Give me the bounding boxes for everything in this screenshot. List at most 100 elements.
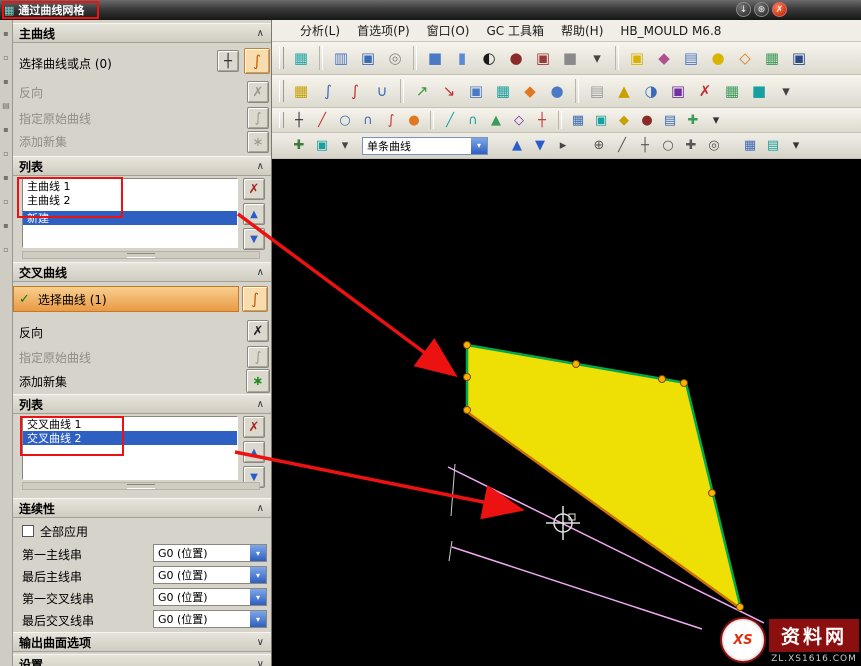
extrude-icon[interactable]: ▣ [356,46,380,70]
combo-dropdown-icon[interactable]: ▾ [250,589,266,605]
chamfer-icon[interactable]: ◆ [652,46,676,70]
control-point[interactable] [464,374,471,381]
close-button[interactable]: ✗ [772,2,787,17]
control-point[interactable] [573,361,580,368]
offset-curve-icon[interactable]: ┼ [532,110,552,130]
arc-icon[interactable]: ∩ [358,110,378,130]
menu-item[interactable]: 首选项(P) [349,20,418,41]
line-icon[interactable]: ╱ [312,110,332,130]
combo-dropdown-icon[interactable]: ▾ [250,567,266,583]
n-sided-surface-icon[interactable]: ▦ [491,79,515,103]
combo-dropdown-icon[interactable]: ▾ [250,611,266,627]
i-form-icon[interactable]: ▲ [612,79,636,103]
quadrant-snap-icon[interactable]: ◎ [704,136,724,156]
resource-tab-icon[interactable]: ▫ [3,150,8,158]
dialog-titlebar[interactable]: ▦ 通过曲线网格 ↓⊛✗ [0,0,861,20]
menu-item[interactable]: HB_MOULD M6.8 [612,22,729,40]
project-curve-icon[interactable]: ╱ [440,110,460,130]
resource-tab-icon[interactable]: ▪ [3,78,8,86]
resource-tab-icon[interactable]: ▪ [3,126,8,134]
section-header-settings[interactable]: 设置 ∨ [13,654,271,666]
section-header-cross-curves[interactable]: 交叉曲线 ∧ [13,262,271,282]
combo-dropdown-icon[interactable]: ▾ [471,138,487,154]
surface-dropdown-icon[interactable]: ▾ [774,79,798,103]
intersection-curve-icon[interactable]: ∩ [463,110,483,130]
cross-curves-list[interactable]: 交叉曲线 1交叉曲线 2 [22,416,238,480]
curve-dropdown-icon[interactable]: ▾ [706,110,726,130]
filter-dropdown-icon[interactable]: ▾ [335,136,355,156]
simplify-curve-icon[interactable]: ◆ [614,110,634,130]
move-up-button[interactable]: ▲ [243,441,265,463]
toolbar-grip[interactable] [279,112,284,129]
control-point[interactable] [681,380,688,387]
mirror-feature-icon[interactable]: ▣ [787,46,811,70]
curve-selection-button[interactable]: ∫ [244,48,270,74]
list-item[interactable]: 新建 [23,211,237,225]
match-edge-icon[interactable]: ■ [747,79,771,103]
subtract-icon[interactable]: ▣ [531,46,555,70]
curve-rule-combo[interactable]: 单条曲线 ▾ [362,137,488,155]
delete-face-icon[interactable]: ✗ [693,79,717,103]
trim-body-icon[interactable]: ◇ [733,46,757,70]
control-point[interactable] [709,490,716,497]
intersect-icon[interactable]: ■ [558,46,582,70]
x-form-icon[interactable]: ▤ [585,79,609,103]
sew-icon[interactable]: ▣ [464,79,488,103]
bounded-plane-icon[interactable]: ◆ [518,79,542,103]
through-curve-mesh-icon[interactable]: ▦ [289,79,313,103]
deform-icon[interactable]: ▣ [666,79,690,103]
previous-selection-icon[interactable]: ▸ [553,136,573,156]
intersection-snap-icon[interactable]: ✚ [681,136,701,156]
menu-item[interactable]: 帮助(H) [553,20,611,41]
main-curves-list[interactable]: 主曲线 1主曲线 2 新建 [22,178,238,248]
list-item[interactable]: 主曲线 2 [23,193,237,207]
control-point[interactable] [464,407,471,414]
point-icon[interactable]: ┼ [289,110,309,130]
section-header-output-options[interactable]: 输出曲面选项 ∨ [13,632,271,652]
end-point-snap-icon[interactable]: ╱ [612,136,632,156]
graphics-viewport[interactable]: XS 资料网 ZL.XS1616.COM [272,159,861,666]
toolbar-grip[interactable] [279,80,284,102]
reverse-direction-button[interactable]: ✗ [247,320,269,342]
mid-point-snap-icon[interactable]: ┼ [635,136,655,156]
settings-button[interactable]: ⊛ [754,2,769,17]
pattern-feature-icon[interactable]: ▦ [760,46,784,70]
select-curve-active-row[interactable]: ✓ 选择曲线 (1) [13,286,239,312]
cylinder-icon[interactable]: ▮ [450,46,474,70]
text-icon[interactable]: ▲ [486,110,506,130]
cross-curve-2[interactable] [452,547,702,629]
list-resize-handle[interactable] [22,251,260,259]
edge-blend-icon[interactable]: ▣ [625,46,649,70]
replace-face-icon[interactable]: ▦ [720,79,744,103]
resource-tab-icon[interactable]: ▫ [3,246,8,254]
mirror-curve-icon[interactable]: ▦ [568,110,588,130]
resource-tab-icon[interactable]: ▫ [3,198,8,206]
section-header-cross-list[interactable]: 列表 ∧ [13,394,271,414]
surface-preview[interactable] [467,345,741,609]
list-item[interactable]: 交叉曲线 1 [23,417,237,431]
draft-icon[interactable]: ● [706,46,730,70]
resource-tab-icon[interactable]: ▪ [3,222,8,230]
snap-point-icon[interactable]: ⊕ [589,136,609,156]
list-item[interactable]: 主曲线 1 [23,179,237,193]
circle-icon[interactable]: ○ [335,110,355,130]
move-up-button[interactable]: ▲ [243,203,265,225]
add-new-set-button[interactable]: ∗ [246,369,270,393]
sphere-icon[interactable]: ◐ [477,46,501,70]
datum-plane-icon[interactable]: ▥ [329,46,353,70]
control-point[interactable] [464,342,471,349]
curve-length-icon[interactable]: ✚ [683,110,703,130]
control-point[interactable] [737,604,744,611]
resource-tab-icon[interactable]: ▪ [3,30,8,38]
face-blend-icon[interactable]: ● [545,79,569,103]
continuity-combo[interactable]: G0 (位置)▾ [153,544,267,562]
shell-icon[interactable]: ▤ [679,46,703,70]
analysis-sphere-icon[interactable]: ◑ [639,79,663,103]
revolve-icon[interactable]: ◎ [383,46,407,70]
continuity-combo[interactable]: G0 (位置)▾ [153,566,267,584]
section-header-main-curves[interactable]: 主曲线 ∧ [13,23,271,43]
dock-button[interactable]: ↓ [736,2,751,17]
ruled-surface-icon[interactable]: ∪ [370,79,394,103]
wcs-icon[interactable]: ▦ [740,136,760,156]
list-item[interactable]: 交叉曲线 2 [23,431,237,445]
